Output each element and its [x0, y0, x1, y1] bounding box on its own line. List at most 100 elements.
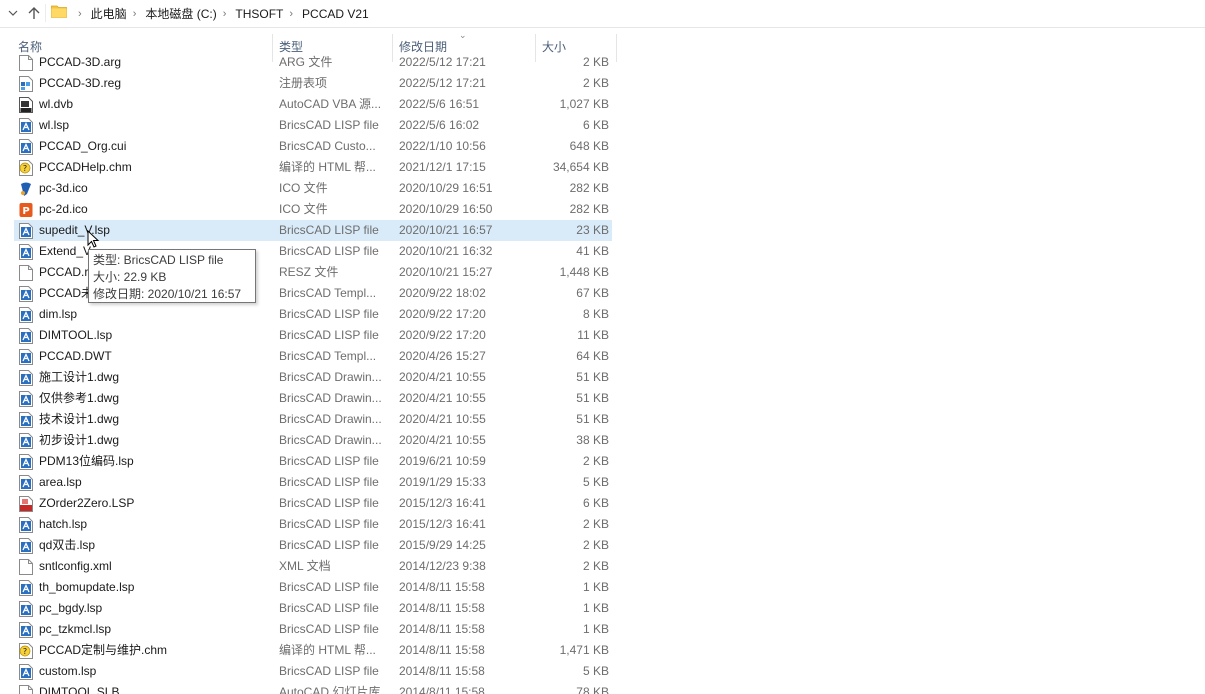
breadcrumb-item-local-disk[interactable]: 本地磁盘 (C:) — [143, 5, 218, 22]
file-type: BricsCAD LISP file — [279, 580, 379, 594]
file-size: 11 KB — [577, 328, 609, 342]
bricscad-icon — [19, 139, 33, 155]
file-size: 2 KB — [582, 454, 609, 468]
file-name: dim.lsp — [39, 307, 78, 321]
file-row[interactable]: ? PCCAD定制与维护.chm 编译的 HTML 帮... 2014/8/11 15… — [14, 640, 612, 661]
file-row[interactable]: 初步设计1.dwg BricsCAD Drawin... 2020/4/21 10:… — [14, 430, 612, 451]
file-row[interactable]: pc_tzkmcl.lsp BricsCAD LISP file 2014/8/11… — [14, 619, 612, 640]
file-row[interactable]: ? PCCADHelp.chm 编译的 HTML 帮... 2021/12/1 17:… — [14, 157, 612, 178]
bricscad-icon — [19, 223, 33, 239]
file-row[interactable]: ZOrder2Zero.LSP BricsCAD LISP file 2015/12… — [14, 493, 612, 514]
chevron-right-icon[interactable]: › — [133, 8, 137, 20]
file-size: 282 KB — [569, 202, 609, 216]
file-date: 2015/12/3 16:41 — [399, 496, 486, 510]
file-size: 1 KB — [582, 601, 609, 615]
file-type: BricsCAD Templ... — [279, 286, 377, 300]
breadcrumb-item-thsoft[interactable]: THSOFT — [233, 7, 285, 21]
file-type: BricsCAD Drawin... — [279, 433, 382, 447]
file-row[interactable]: DIMTOOL.SLB AutoCAD 幻灯片库 2014/8/11 15:58 78… — [14, 682, 612, 694]
bricscad-icon — [19, 475, 33, 491]
file-size: 2 KB — [582, 76, 609, 90]
file-row[interactable]: hatch.lsp BricsCAD LISP file 2015/12/3 16:… — [14, 514, 612, 535]
tooltip-size: 大小: 22.9 KB — [93, 270, 167, 284]
file-row[interactable]: wl.dvb AutoCAD VBA 源... 2022/5/6 16:51 1,02… — [14, 94, 612, 115]
bricscad-icon — [19, 391, 33, 407]
file-type: RESZ 文件 — [279, 265, 339, 279]
file-list: PCCAD-3D.arg ARG 文件 2022/5/12 17:21 2 KB PCC… — [0, 52, 620, 694]
file-row[interactable]: supedit_V.lsp BricsCAD LISP file 2020/10/2… — [14, 220, 612, 241]
file-row[interactable]: custom.lsp BricsCAD LISP file 2014/8/11 15… — [14, 661, 612, 682]
file-type: BricsCAD LISP file — [279, 475, 379, 489]
file-date: 2022/5/12 17:21 — [399, 76, 486, 90]
file-size: 2 KB — [582, 517, 609, 531]
file-type: ICO 文件 — [279, 202, 328, 216]
folder-icon — [51, 5, 67, 18]
chevron-right-icon[interactable]: › — [78, 8, 82, 20]
recent-locations-chevron-icon[interactable] — [4, 4, 22, 22]
bricscad-icon — [19, 538, 33, 554]
breadcrumb-item-pccad[interactable]: PCCAD V21 — [300, 7, 371, 21]
file-size: 8 KB — [582, 307, 609, 321]
file-name: wl.dvb — [39, 97, 74, 111]
file-type: BricsCAD LISP file — [279, 622, 379, 636]
file-type: BricsCAD LISP file — [279, 538, 379, 552]
file-row[interactable]: area.lsp BricsCAD LISP file 2019/1/29 15:3… — [14, 472, 612, 493]
bricscad-icon — [19, 370, 33, 386]
file-row[interactable]: pc_bgdy.lsp BricsCAD LISP file 2014/8/11 1… — [14, 598, 612, 619]
bricscad-icon — [19, 517, 33, 533]
file-row[interactable]: Ppc-2d.ico ICO 文件 2020/10/29 16:50 282 KB — [14, 199, 612, 220]
file-row[interactable]: PCCAD-3D.arg ARG 文件 2022/5/12 17:21 2 KB — [14, 52, 612, 73]
file-date: 2022/5/6 16:51 — [399, 97, 480, 111]
file-row[interactable]: 技术设计1.dwg BricsCAD Drawin... 2020/4/21 10:… — [14, 409, 612, 430]
file-row[interactable]: dim.lsp BricsCAD LISP file 2020/9/22 17:20… — [14, 304, 612, 325]
file-type: ARG 文件 — [279, 55, 333, 69]
file-size: 51 KB — [576, 370, 609, 384]
breadcrumb-item-this-pc[interactable]: 此电脑 — [89, 5, 129, 22]
chevron-right-icon[interactable]: › — [223, 8, 227, 20]
address-bar[interactable]: › 此电脑 › 本地磁盘 (C:) › THSOFT › PCCAD V21 — [0, 0, 1205, 28]
file-row[interactable]: th_bomupdate.lsp BricsCAD LISP file 2014/8… — [14, 577, 612, 598]
bricscad-icon — [19, 244, 33, 260]
file-size: 6 KB — [582, 118, 609, 132]
file-type: ICO 文件 — [279, 181, 328, 195]
file-size: 34,654 KB — [552, 160, 609, 174]
file-type: BricsCAD LISP file — [279, 601, 379, 615]
file-row[interactable]: 仅供参考1.dwg BricsCAD Drawin... 2020/4/21 10:… — [14, 388, 612, 409]
file-date: 2014/12/23 9:38 — [399, 559, 486, 573]
generic-file-icon — [19, 559, 33, 575]
file-name: PCCAD.r — [39, 265, 89, 279]
file-row[interactable]: PCCAD-3D.reg 注册表项 2022/5/12 17:21 2 KB — [14, 73, 612, 94]
bricscad-icon — [19, 307, 33, 323]
file-date: 2022/5/6 16:02 — [399, 118, 480, 132]
file-date: 2014/8/11 15:58 — [399, 601, 485, 615]
file-date: 2020/10/21 16:57 — [399, 223, 493, 237]
generic-file-icon — [19, 265, 33, 281]
file-name: 施工设计1.dwg — [39, 370, 120, 384]
chevron-right-icon[interactable]: › — [289, 8, 293, 20]
file-date: 2021/12/1 17:15 — [399, 160, 486, 174]
file-type: BricsCAD LISP file — [279, 118, 379, 132]
file-date: 2014/8/11 15:58 — [399, 664, 485, 678]
file-row[interactable]: DIMTOOL.lsp BricsCAD LISP file 2020/9/22 1… — [14, 325, 612, 346]
file-name: pc-3d.ico — [39, 181, 88, 195]
file-size: 2 KB — [582, 55, 609, 69]
file-date: 2022/1/10 10:56 — [399, 139, 486, 153]
file-size: 64 KB — [576, 349, 609, 363]
file-row[interactable]: wl.lsp BricsCAD LISP file 2022/5/6 16:02 6 … — [14, 115, 612, 136]
file-row[interactable]: PCCAD_Org.cui BricsCAD Custo... 2022/1/10 … — [14, 136, 612, 157]
file-type: BricsCAD Templ... — [279, 349, 377, 363]
file-size: 67 KB — [576, 286, 609, 300]
file-row[interactable]: 施工设计1.dwg BricsCAD Drawin... 2020/4/21 10:… — [14, 367, 612, 388]
file-row[interactable]: pc-3d.ico ICO 文件 2020/10/29 16:51 282 KB — [14, 178, 612, 199]
file-row[interactable]: PDM13位编码.lsp BricsCAD LISP file 2019/6/21 … — [14, 451, 612, 472]
file-explorer-window: › 此电脑 › 本地磁盘 (C:) › THSOFT › PCCAD V21 名… — [0, 0, 1205, 694]
file-row[interactable]: PCCAD.DWT BricsCAD Templ... 2020/4/26 15:2… — [14, 346, 612, 367]
bricscad-icon — [19, 454, 33, 470]
file-row[interactable]: sntlconfig.xml XML 文档 2014/12/23 9:38 2 KB — [14, 556, 612, 577]
file-type: BricsCAD Custo... — [279, 139, 376, 153]
pc2d-ico-icon: P — [19, 202, 33, 218]
file-name: PCCADHelp.chm — [39, 160, 132, 174]
file-date: 2014/8/11 15:58 — [399, 685, 485, 694]
file-row[interactable]: qd双击.lsp BricsCAD LISP file 2015/9/29 14:2… — [14, 535, 612, 556]
up-arrow-icon[interactable] — [25, 4, 43, 22]
